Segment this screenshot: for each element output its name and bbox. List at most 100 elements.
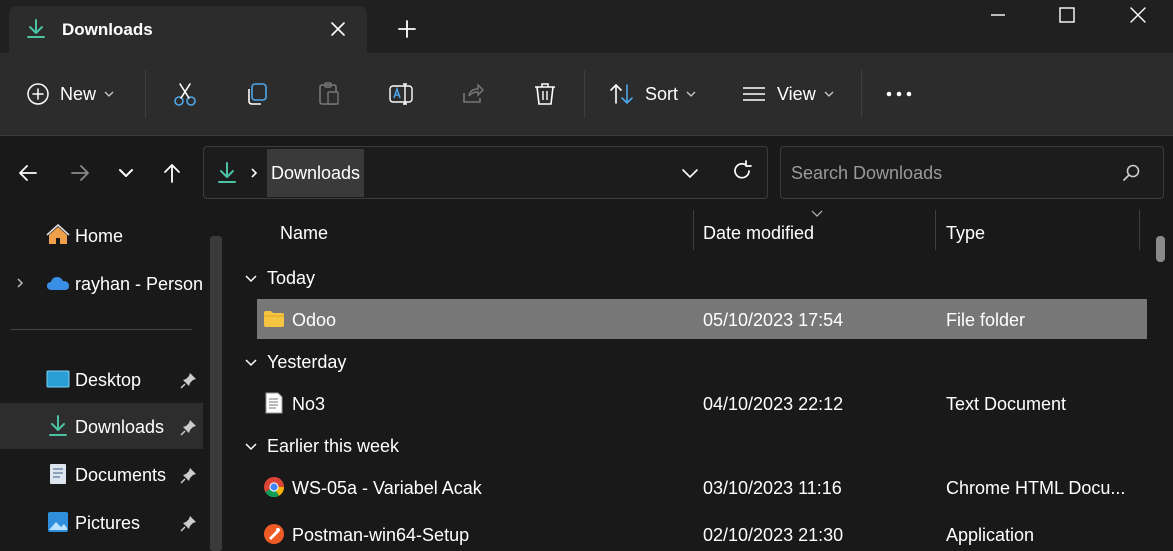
chevron-down-icon	[824, 91, 834, 97]
back-icon[interactable]	[16, 161, 40, 185]
more-options-icon[interactable]	[885, 89, 915, 99]
sidebar-divider	[11, 329, 192, 330]
postman-icon	[264, 524, 284, 544]
file-name: No3	[292, 394, 326, 414]
sidebar-item-desktop[interactable]: Desktop	[0, 356, 203, 402]
chevron-down-icon[interactable]	[679, 162, 701, 184]
chevron-down-icon	[245, 359, 257, 367]
file-list: Name Date modified Type Today Odoo 05/10…	[232, 208, 1173, 551]
file-type: Text Document	[946, 394, 1067, 414]
group-label: Yesterday	[267, 352, 347, 372]
paste-icon[interactable]	[316, 81, 342, 107]
file-date: 05/10/2023 17:54	[703, 310, 844, 330]
new-button[interactable]: New	[26, 79, 114, 109]
tab-title: Downloads	[62, 20, 153, 39]
navigation-bar: Downloads	[0, 136, 1173, 208]
refresh-icon[interactable]	[730, 159, 754, 183]
maximize-icon[interactable]	[1056, 4, 1078, 26]
toolbar-divider	[584, 70, 585, 118]
file-list-scrollbar[interactable]	[1156, 236, 1165, 262]
desktop-icon	[46, 370, 70, 388]
sidebar-item-downloads[interactable]: Downloads	[0, 403, 203, 449]
search-icon[interactable]	[1121, 163, 1141, 183]
file-name: Odoo	[292, 310, 337, 330]
sort-indicator-icon	[811, 210, 823, 217]
new-tab-icon[interactable]	[396, 18, 418, 40]
table-row[interactable]: Odoo 05/10/2023 17:54 File folder	[257, 299, 1147, 339]
column-header-date[interactable]: Date modified	[703, 223, 814, 244]
file-type: File folder	[946, 310, 1026, 330]
plus-circle-icon	[27, 83, 49, 105]
sidebar-item-home[interactable]: Home	[0, 212, 203, 258]
copy-icon[interactable]	[244, 81, 270, 107]
sidebar-item-documents[interactable]: Documents	[0, 451, 203, 497]
file-date: 02/10/2023 21:30	[703, 525, 844, 545]
title-bar: Downloads	[0, 0, 1173, 53]
recent-locations-icon[interactable]	[114, 161, 138, 185]
sidebar-item-label: rayhan - Personal	[75, 274, 203, 294]
sort-button[interactable]: Sort	[609, 79, 696, 109]
group-label: Earlier this week	[267, 436, 400, 456]
file-type: Chrome HTML Docu...	[946, 478, 1126, 498]
pin-icon[interactable]	[180, 466, 198, 484]
delete-icon[interactable]	[532, 81, 558, 107]
view-label: View	[777, 83, 816, 104]
text-document-icon	[265, 392, 283, 414]
chevron-down-icon	[686, 91, 696, 97]
chrome-icon	[264, 477, 285, 498]
toolbar-divider	[145, 70, 146, 118]
column-divider[interactable]	[935, 210, 936, 250]
table-row[interactable]: WS-05a - Variabel Acak 03/10/2023 11:16 …	[257, 467, 1147, 507]
column-divider[interactable]	[1139, 210, 1140, 250]
view-button[interactable]: View	[741, 79, 834, 109]
documents-icon	[50, 464, 66, 484]
share-icon[interactable]	[460, 81, 486, 107]
tab-downloads[interactable]: Downloads	[9, 6, 367, 53]
file-name: WS-05a - Variabel Acak	[292, 478, 482, 498]
chevron-right-icon[interactable]	[248, 166, 260, 180]
address-bar[interactable]: Downloads	[203, 146, 768, 199]
group-header-earlier-this-week[interactable]: Earlier this week	[232, 431, 1132, 461]
chevron-right-icon[interactable]	[14, 276, 26, 290]
chevron-down-icon	[245, 443, 257, 451]
close-tab-icon[interactable]	[327, 18, 349, 40]
file-type: Application	[946, 525, 1035, 545]
sidebar-item-pictures[interactable]: Pictures	[0, 499, 203, 545]
toolbar-divider	[861, 70, 862, 118]
rename-icon[interactable]	[388, 81, 414, 107]
download-icon	[49, 415, 67, 436]
close-window-icon[interactable]	[1127, 4, 1149, 26]
sidebar-item-onedrive[interactable]: rayhan - Personal	[0, 260, 203, 306]
sort-icon	[610, 83, 633, 105]
column-header-name[interactable]: Name	[280, 223, 328, 244]
file-date: 04/10/2023 22:12	[703, 394, 844, 414]
navigation-pane: Home rayhan - Personal Desktop Downloads	[0, 208, 223, 551]
column-header-type[interactable]: Type	[946, 223, 985, 244]
table-row[interactable]: Postman-win64-Setup 02/10/2023 21:30 App…	[257, 514, 1147, 551]
up-icon[interactable]	[160, 161, 184, 185]
group-header-yesterday[interactable]: Yesterday	[232, 347, 1132, 377]
chevron-down-icon	[104, 91, 114, 97]
file-name: Postman-win64-Setup	[292, 525, 470, 545]
chevron-down-icon	[245, 275, 257, 283]
search-box[interactable]	[780, 146, 1164, 199]
pin-icon[interactable]	[180, 514, 198, 532]
onedrive-cloud-icon	[47, 277, 69, 290]
breadcrumb-downloads[interactable]: Downloads	[267, 149, 365, 197]
minimize-icon[interactable]	[987, 4, 1009, 26]
folder-icon	[264, 311, 284, 327]
group-label: Today	[267, 268, 316, 288]
column-divider[interactable]	[693, 210, 694, 250]
search-input[interactable]	[791, 159, 1111, 187]
table-row[interactable]: No3 04/10/2023 22:12 Text Document	[257, 383, 1147, 423]
home-icon	[46, 224, 70, 244]
group-header-today[interactable]: Today	[232, 263, 1132, 293]
download-icon	[218, 162, 236, 183]
forward-icon[interactable]	[68, 161, 92, 185]
pin-icon[interactable]	[180, 371, 198, 389]
pin-icon[interactable]	[180, 418, 198, 436]
sort-label: Sort	[645, 83, 679, 104]
sidebar-scrollbar[interactable]	[210, 236, 222, 551]
sidebar-item-label: Home	[75, 226, 124, 246]
cut-icon[interactable]	[172, 81, 198, 107]
